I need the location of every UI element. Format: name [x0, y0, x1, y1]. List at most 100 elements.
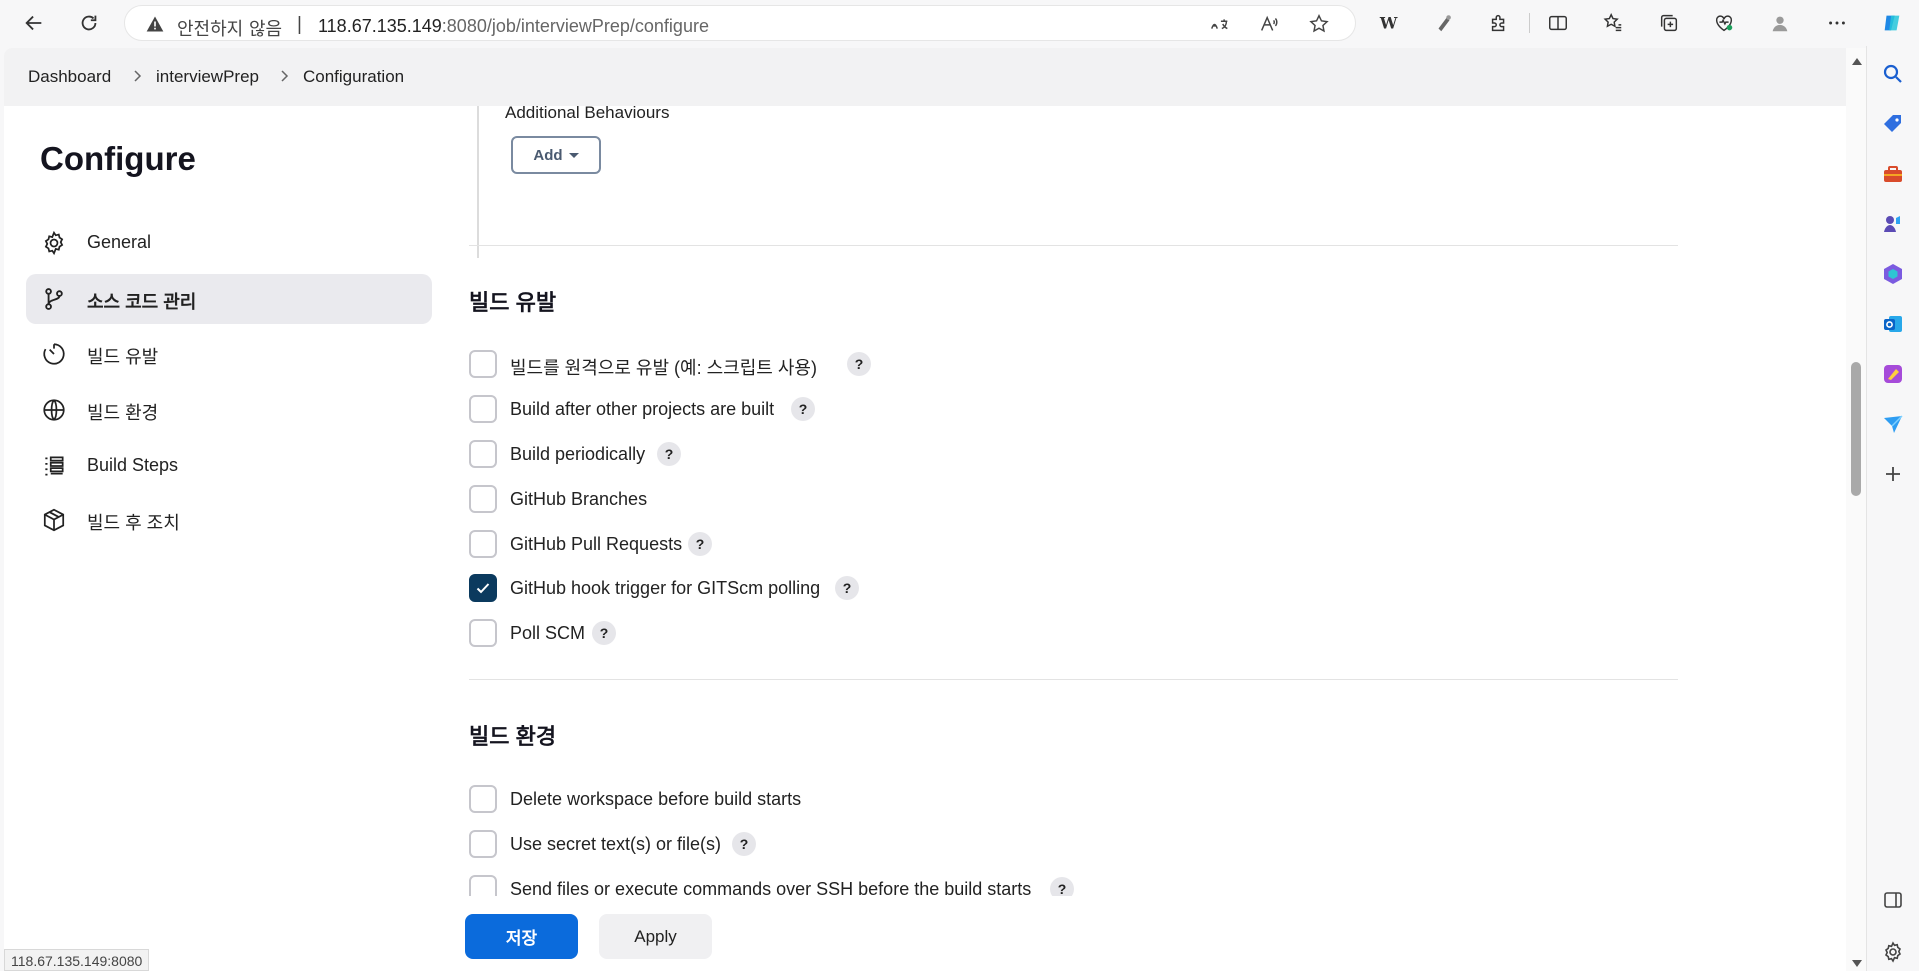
caret-down-icon [568, 152, 579, 158]
checkbox[interactable] [469, 485, 497, 513]
checkbox[interactable] [469, 530, 497, 558]
section-divider [469, 679, 1678, 680]
additional-behaviours-label: Additional Behaviours [505, 103, 670, 122]
checkbox-label: Use secret text(s) or file(s) [510, 834, 722, 854]
help-icon[interactable]: ? [592, 621, 616, 645]
browser-essentials-icon[interactable] [1707, 7, 1741, 39]
sidebar-item-build-steps[interactable]: Build Steps [26, 441, 432, 491]
url-path: :8080/job/interviewPrep/configure [441, 16, 709, 36]
drop-send-icon[interactable] [1881, 412, 1905, 436]
profile-avatar-icon[interactable] [1763, 7, 1797, 39]
checkbox[interactable] [469, 830, 497, 858]
checkbox[interactable] [469, 395, 497, 423]
page-title: Configure [40, 140, 196, 177]
back-icon[interactable] [17, 7, 51, 39]
gear-icon [44, 230, 64, 256]
warning-icon [146, 16, 164, 32]
svg-text:W: W [1379, 14, 1398, 33]
outlook-icon[interactable] [1881, 312, 1905, 336]
section-title-triggers: 빌드 유발 [469, 290, 557, 315]
checkbox[interactable] [469, 785, 497, 813]
checkbox-label: GitHub Branches [510, 489, 648, 509]
sidebar-item-scm[interactable]: 소스 코드 관리 [26, 274, 432, 324]
sidebar-item-post-build[interactable]: 빌드 후 조치 [26, 495, 432, 545]
shopping-tag-icon[interactable] [1881, 112, 1905, 136]
extension-shield-icon[interactable] [1427, 7, 1461, 39]
extensions-puzzle-icon[interactable] [1482, 7, 1516, 39]
help-icon[interactable]: ? [657, 442, 681, 466]
security-label[interactable]: 안전하지 않음 [177, 15, 282, 41]
jenkins-page: Dashboard interviewPrep Configuration Co… [4, 48, 1846, 971]
branch-icon [45, 288, 63, 310]
sidebar-item-label: General [87, 232, 152, 252]
url-text[interactable]: 118.67.135.149:8080/job/interviewPrep/co… [318, 16, 709, 37]
checkbox[interactable] [469, 619, 497, 647]
sidebar-item-triggers[interactable]: 빌드 유발 [26, 329, 432, 379]
checkbox[interactable] [469, 350, 497, 378]
checkbox-label: Build periodically [510, 444, 646, 464]
sidebar-item-general[interactable]: General [26, 218, 432, 268]
help-icon[interactable]: ? [732, 832, 756, 856]
more-menu-icon[interactable] [1820, 7, 1854, 39]
sidebar-toggle-icon[interactable] [1881, 888, 1905, 912]
url-host: 118.67.135.149 [318, 16, 442, 36]
package-icon [43, 508, 65, 532]
add-behaviour-button[interactable]: Add [511, 136, 601, 174]
page-scrollbar[interactable] [1846, 48, 1866, 971]
status-bar-url: 118.67.135.149:8080 [4, 949, 150, 971]
wikipedia-extension-icon[interactable]: W [1372, 7, 1406, 39]
toolbar-divider [1529, 13, 1530, 33]
favorite-star-icon[interactable] [1308, 13, 1330, 35]
search-icon[interactable] [1881, 62, 1905, 86]
checkbox-checked[interactable] [469, 574, 497, 602]
help-icon[interactable]: ? [847, 352, 871, 376]
split-screen-icon[interactable] [1541, 7, 1575, 39]
help-icon[interactable]: ? [688, 532, 712, 556]
scrollbar-thumb[interactable] [1851, 362, 1861, 496]
checkmark-icon [476, 583, 490, 594]
globe-icon [43, 399, 65, 421]
breadcrumb-configuration[interactable]: Configuration [303, 67, 404, 87]
chevron-right-icon [281, 70, 289, 82]
bottom-action-bar [4, 896, 1846, 971]
sidebar-item-build-env[interactable]: 빌드 환경 [26, 385, 432, 435]
copilot-icon[interactable] [1875, 7, 1909, 39]
section-title-build-env: 빌드 환경 [469, 724, 557, 749]
tools-briefcase-icon[interactable] [1881, 162, 1905, 186]
favorites-icon[interactable] [1596, 7, 1630, 39]
checkbox-label: Poll SCM [510, 623, 586, 643]
breadcrumb: Dashboard interviewPrep Configuration [4, 48, 1846, 106]
scroll-up-arrow-icon[interactable] [1852, 58, 1862, 65]
breadcrumb-job[interactable]: interviewPrep [156, 67, 259, 87]
chevron-right-icon [134, 70, 142, 82]
browser-sidebar [1866, 46, 1919, 971]
add-plus-icon[interactable] [1881, 462, 1905, 486]
list-icon [45, 456, 64, 476]
sidebar-item-label: Build Steps [87, 455, 179, 475]
breadcrumb-dashboard[interactable]: Dashboard [28, 67, 111, 87]
settings-gear-icon[interactable] [1881, 940, 1905, 964]
collections-icon[interactable] [1652, 7, 1686, 39]
address-bar[interactable]: 안전하지 않음 | 118.67.135.149:8080/job/interv… [124, 5, 1356, 41]
browser-toolbar: 안전하지 않음 | 118.67.135.149:8080/job/interv… [0, 0, 1919, 46]
apply-button[interactable]: Apply [599, 914, 712, 959]
checkbox-label: 빌드를 원격으로 유발 (예: 스크립트 사용) [510, 358, 817, 378]
help-icon[interactable]: ? [835, 576, 859, 600]
read-aloud-icon[interactable] [1258, 13, 1280, 35]
games-icon[interactable] [1881, 212, 1905, 236]
sidebar-item-label: 빌드 환경 [87, 403, 159, 423]
refresh-icon[interactable] [72, 7, 106, 39]
scroll-down-arrow-icon[interactable] [1852, 960, 1862, 967]
checkbox-label: GitHub Pull Requests [510, 534, 683, 554]
sidebar-item-label: 빌드 후 조치 [87, 513, 180, 533]
checkbox-label: Delete workspace before build starts [510, 789, 802, 809]
checkbox[interactable] [469, 440, 497, 468]
help-icon[interactable]: ? [791, 397, 815, 421]
scm-section-border [477, 106, 479, 258]
add-button-label: Add [533, 146, 563, 164]
checkbox-label: Build after other projects are built [510, 399, 775, 419]
microsoft-365-icon[interactable] [1881, 262, 1905, 286]
translate-icon[interactable] [1209, 13, 1231, 35]
designer-icon[interactable] [1881, 362, 1905, 386]
save-button[interactable]: 저장 [465, 914, 578, 959]
